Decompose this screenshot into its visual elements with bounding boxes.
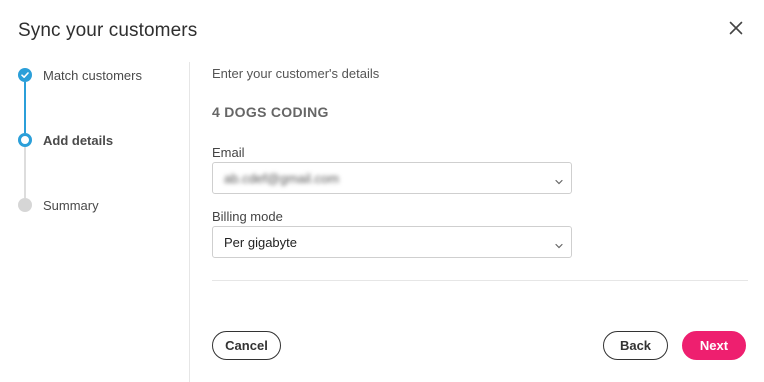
billing-mode-select[interactable]: Per gigabyte — [212, 226, 572, 258]
step-label: Match customers — [43, 67, 142, 83]
sidebar-divider — [189, 62, 190, 382]
chevron-down-icon — [554, 238, 564, 256]
current-step-icon — [18, 133, 32, 147]
close-button[interactable] — [724, 16, 748, 40]
chevron-down-icon — [554, 174, 564, 192]
step-add-details: Add details — [18, 133, 113, 148]
step-label: Summary — [43, 197, 99, 213]
step-summary: Summary — [18, 198, 99, 213]
billing-mode-label: Billing mode — [212, 209, 283, 224]
dialog-title: Sync your customers — [18, 20, 198, 41]
email-value: ab.cdef@gmail.com — [224, 171, 340, 186]
step-connector-done — [24, 82, 26, 133]
company-name: 4 DOGS CODING — [212, 104, 329, 120]
pending-step-icon — [18, 198, 32, 212]
form-divider — [212, 280, 748, 281]
next-button[interactable]: Next — [682, 331, 746, 360]
billing-mode-value: Per gigabyte — [224, 235, 297, 250]
step-label: Add details — [43, 132, 114, 148]
form-subtitle: Enter your customer's details — [212, 66, 380, 81]
close-icon — [724, 16, 748, 40]
back-button[interactable]: Back — [603, 331, 668, 360]
email-label: Email — [212, 145, 245, 160]
step-match-customers: Match customers — [18, 68, 142, 83]
step-connector-pending — [24, 147, 26, 198]
check-circle-icon — [18, 68, 32, 82]
sync-customers-dialog: Sync your customers Match customers Add … — [0, 0, 764, 382]
email-select[interactable]: ab.cdef@gmail.com — [212, 162, 572, 194]
cancel-button[interactable]: Cancel — [212, 331, 281, 360]
